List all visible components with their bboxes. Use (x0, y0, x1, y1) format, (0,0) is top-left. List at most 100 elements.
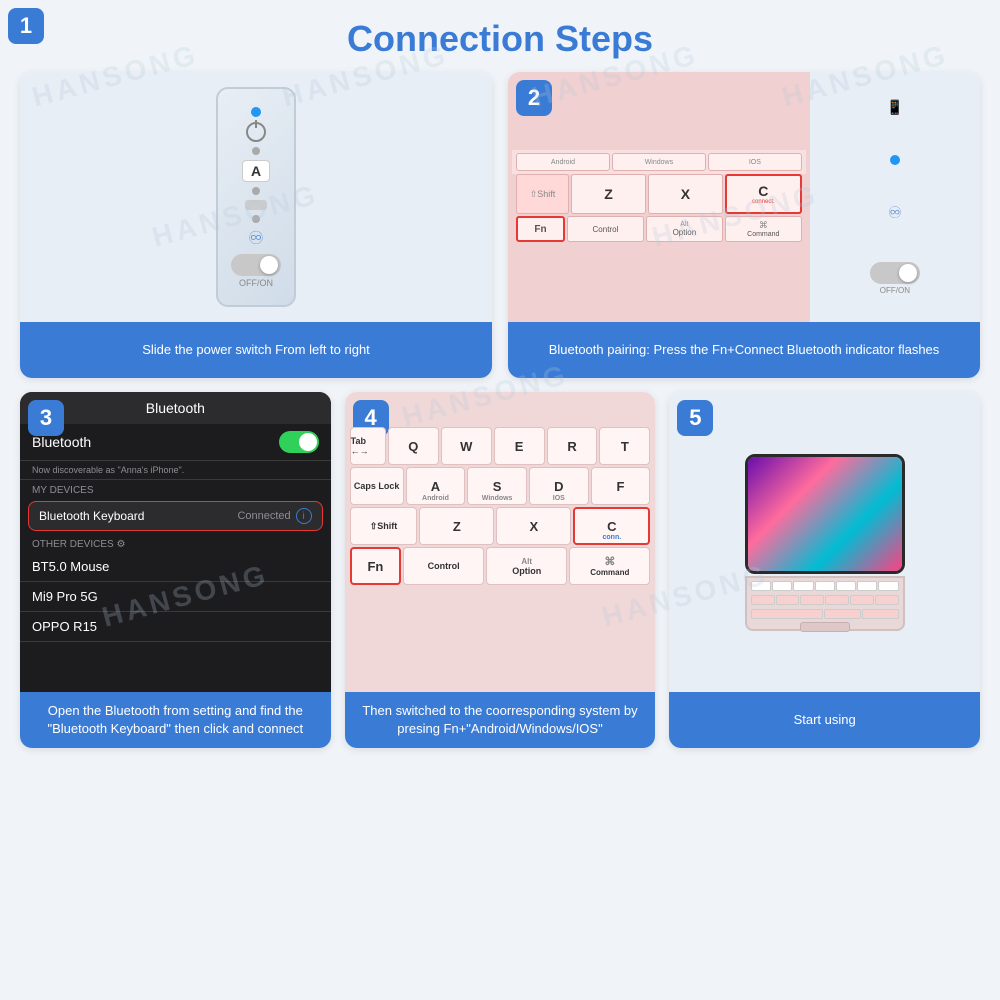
step-3-image: 3 Bluetooth Bluetooth Now discoverable a… (20, 392, 331, 692)
link-icon-2: ♾ (888, 203, 902, 223)
t-kb-key-13 (875, 595, 899, 605)
android-key: Android (516, 153, 610, 171)
w-key: W (441, 427, 492, 465)
t-kb-key-4 (815, 581, 835, 591)
bt-connected-status: Connected (237, 510, 290, 522)
step-1-caption: Slide the power switch From left to righ… (20, 322, 492, 378)
my-devices-label: MY DEVICES (20, 480, 331, 498)
f-key: F (591, 467, 651, 505)
t-kb-spacebar (751, 609, 823, 619)
s-key: S Windows (467, 467, 527, 505)
bt-device-2[interactable]: Mi9 Pro 5G (20, 582, 331, 612)
step-5-image: 5 (669, 392, 980, 692)
z-key: Z (571, 174, 646, 214)
device-icon-small: 📱 (886, 99, 903, 116)
step-1-image: 1 A ♾ OFF/ON (20, 72, 492, 322)
x-key-4: X (496, 507, 571, 545)
step-4-card: 4 Tab ←→ Q W E R T Caps Lock A Andro (345, 392, 656, 748)
t-kb-key-10 (800, 595, 824, 605)
d-key: D IOS (529, 467, 589, 505)
bt-toggle-knob (299, 433, 317, 451)
t-kb-key-15 (862, 609, 899, 619)
q-key: Q (388, 427, 439, 465)
step-5-caption: Start using (669, 692, 980, 748)
t-kb-key-8 (751, 595, 775, 605)
t-kb-key-3 (793, 581, 813, 591)
step-2-card: 2 Android Windows IOS ⇧Shift Z X Cconnec… (508, 72, 980, 378)
tablet-with-keyboard (745, 454, 905, 631)
control-key-4: Control (403, 547, 484, 585)
other-devices-label: OTHER DEVICES ⚙ (20, 534, 331, 552)
info-icon[interactable]: i (296, 508, 312, 524)
t-kb-key-2 (772, 581, 792, 591)
c-connect-key: Cconnect. (725, 174, 802, 214)
windows-key: Windows (612, 153, 706, 171)
e-key: E (494, 427, 545, 465)
step-3-card: 3 Bluetooth Bluetooth Now discoverable a… (20, 392, 331, 748)
step-3-caption: Open the Bluetooth from setting and find… (20, 692, 331, 748)
c-key-4: C conn. (573, 507, 650, 545)
t-kb-key-6 (857, 581, 877, 591)
tablet-screen (748, 457, 902, 571)
blue-led-2 (890, 155, 900, 165)
device-rect (245, 200, 267, 210)
step-5-number: 5 (677, 400, 713, 436)
power-switch-2 (870, 262, 920, 284)
link-icon: ♾ (248, 228, 264, 249)
gray-dot-1 (252, 147, 260, 155)
tab-key: Tab ←→ (350, 427, 386, 465)
t-kb-key-9 (776, 595, 800, 605)
step-2-caption: Bluetooth pairing: Press the Fn+Connect … (508, 322, 980, 378)
fn-key-4: Fn (350, 547, 401, 585)
bt-keyboard-label: Bluetooth Keyboard (39, 509, 144, 523)
tablet-touchpad (800, 622, 850, 632)
switch-knob-2 (899, 264, 917, 282)
off-on-label-2: OFF/ON (880, 286, 910, 295)
tablet (745, 454, 905, 574)
t-kb-key-7 (878, 581, 898, 591)
power-switch[interactable] (231, 254, 281, 276)
command-key: ⌘ Command (725, 216, 802, 242)
step-2-image: 2 Android Windows IOS ⇧Shift Z X Cconnec… (508, 72, 980, 322)
caps-key: Caps Lock (350, 467, 404, 505)
off-on-label: OFF/ON (239, 278, 273, 288)
a-key: A (242, 160, 270, 182)
a-key-4: A Android (406, 467, 466, 505)
bt-toggle[interactable] (279, 431, 319, 453)
bt-discoverable: Now discoverable as "Anna's iPhone". (20, 461, 331, 480)
r-key: R (547, 427, 598, 465)
power-icon (246, 122, 266, 142)
gray-dot-3 (252, 215, 260, 223)
step-2-keyboard: Android Windows IOS ⇧Shift Z X Cconnect.… (508, 72, 810, 322)
t-key: T (599, 427, 650, 465)
step-2-device: 📱 ♾ OFF/ON (810, 72, 980, 322)
bt-device-3[interactable]: OPPO R15 (20, 612, 331, 642)
step-5-card: 5 (669, 392, 980, 748)
shift-key-4: ⇧Shift (350, 507, 418, 545)
bt-settings-header: Bluetooth (20, 392, 331, 424)
step-1-card: 1 A ♾ OFF/ON Slide the power switch From… (20, 72, 492, 378)
t-kb-key-5 (836, 581, 856, 591)
bt-label: Bluetooth (32, 434, 91, 450)
switch-knob (260, 256, 278, 274)
page-title: Connection Steps (0, 0, 1000, 72)
fn-key: Fn (516, 216, 565, 242)
x-key: X (648, 174, 723, 214)
step-3-number: 3 (28, 400, 64, 436)
bt-device-1[interactable]: BT5.0 Mouse (20, 552, 331, 582)
device-side-view: A ♾ OFF/ON (216, 87, 296, 307)
step-4-caption: Then switched to the coorresponding syst… (345, 692, 656, 748)
z-key-4: Z (419, 507, 494, 545)
option-key: Alt Option (646, 216, 723, 242)
shift-key-partial: ⇧Shift (516, 174, 569, 214)
bt-keyboard-row[interactable]: Bluetooth Keyboard Connected i (28, 501, 323, 531)
ios-key: IOS (708, 153, 802, 171)
step-4-keyboard: Tab ←→ Q W E R T Caps Lock A Android S (350, 397, 651, 585)
command-key-4: ⌘ Command (569, 547, 650, 585)
t-kb-key-12 (850, 595, 874, 605)
step-4-image: 4 Tab ←→ Q W E R T Caps Lock A Andro (345, 392, 656, 692)
step-2-number: 2 (516, 80, 552, 116)
t-kb-key-14 (824, 609, 861, 619)
blue-led (251, 107, 261, 117)
bt-toggle-row: Bluetooth (20, 424, 331, 461)
